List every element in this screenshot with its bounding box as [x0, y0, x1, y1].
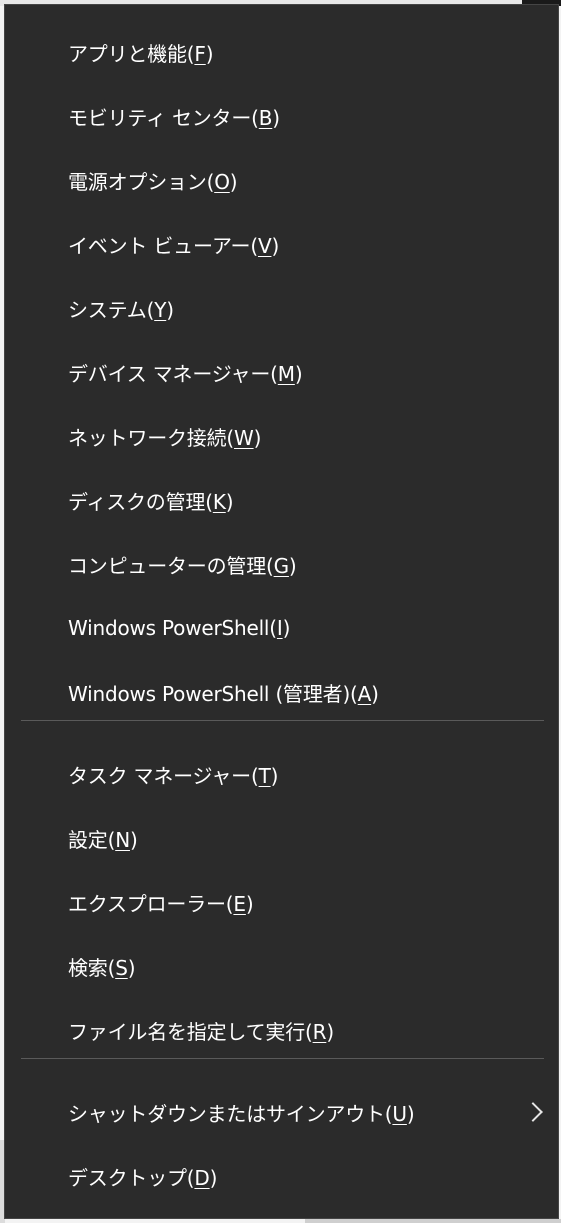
menu-item-label: コンピューターの管理(G): [68, 553, 297, 578]
menu-item-v[interactable]: イベント ビューアー(V): [5, 216, 558, 272]
menu-item-r[interactable]: ファイル名を指定して実行(R): [5, 1002, 558, 1058]
menu-separator: [21, 720, 544, 721]
access-key: F: [194, 41, 206, 66]
access-key: B: [258, 105, 273, 130]
menu-item-m[interactable]: デバイス マネージャー(M): [5, 344, 558, 400]
access-key: U: [392, 1101, 407, 1126]
menu-item-y[interactable]: システム(Y): [5, 280, 558, 336]
menu-item-label: Windows PowerShell(I): [68, 616, 291, 640]
menu-item-label: ネットワーク接続(W): [68, 425, 262, 450]
menu-item-label: 設定(N): [68, 827, 138, 852]
access-key: E: [233, 891, 246, 916]
menu-item-label: アプリと機能(F): [68, 41, 214, 66]
access-key: G: [273, 553, 290, 578]
access-key: N: [115, 827, 130, 852]
menu-item-label: ディスクの管理(K): [68, 489, 234, 514]
power-user-context-menu: アプリと機能(F) モビリティ センター(B) 電源オプション(O) イベント ビュー…: [4, 4, 559, 1219]
menu-item-label: デスクトップ(D): [68, 1165, 218, 1190]
access-key: S: [115, 955, 128, 980]
menu-item-i[interactable]: Windows PowerShell(I): [5, 600, 558, 656]
access-key: R: [312, 1019, 327, 1044]
menu-item-label: タスク マネージャー(T): [68, 763, 279, 788]
menu-item-label: 電源オプション(O): [68, 169, 238, 194]
menu-separator: [21, 1058, 544, 1059]
menu-item-a[interactable]: Windows PowerShell (管理者)(A): [5, 664, 558, 720]
menu-item-d[interactable]: デスクトップ(D): [5, 1148, 558, 1204]
menu-item-k[interactable]: ディスクの管理(K): [5, 472, 558, 528]
access-key: D: [194, 1165, 210, 1190]
access-key: T: [258, 763, 271, 788]
menu-item-e[interactable]: エクスプローラー(E): [5, 874, 558, 930]
menu-item-label: Windows PowerShell (管理者)(A): [68, 681, 379, 706]
menu-item-label: シャットダウンまたはサインアウト(U): [68, 1101, 415, 1126]
menu-item-label: 検索(S): [68, 955, 136, 980]
menu-item-t[interactable]: タスク マネージャー(T): [5, 746, 558, 802]
menu-item-label: デバイス マネージャー(M): [68, 361, 303, 386]
access-key: W: [234, 425, 254, 450]
menu-item-label: エクスプローラー(E): [68, 891, 254, 916]
chevron-right-icon: [523, 1102, 543, 1122]
menu-item-f[interactable]: アプリと機能(F): [5, 24, 558, 80]
access-key: M: [277, 361, 295, 386]
menu-item-w[interactable]: ネットワーク接続(W): [5, 408, 558, 464]
menu-item-label: モビリティ センター(B): [68, 105, 280, 130]
menu-item-u[interactable]: シャットダウンまたはサインアウト(U): [5, 1084, 558, 1140]
menu-item-g[interactable]: コンピューターの管理(G): [5, 536, 558, 592]
menu-item-label: ファイル名を指定して実行(R): [68, 1019, 334, 1044]
menu-item-n[interactable]: 設定(N): [5, 810, 558, 866]
menu-item-o[interactable]: 電源オプション(O): [5, 152, 558, 208]
menu-item-b[interactable]: モビリティ センター(B): [5, 88, 558, 144]
access-key: V: [257, 233, 272, 258]
menu-item-label: システム(Y): [68, 297, 174, 322]
access-key: K: [212, 489, 226, 514]
access-key: A: [357, 681, 372, 706]
menu-item-label: イベント ビューアー(V): [68, 233, 280, 258]
access-key: O: [214, 169, 230, 194]
taskbar-edge-bottom: [305, 1219, 561, 1223]
access-key: Y: [154, 297, 167, 322]
menu-item-s[interactable]: 検索(S): [5, 938, 558, 994]
